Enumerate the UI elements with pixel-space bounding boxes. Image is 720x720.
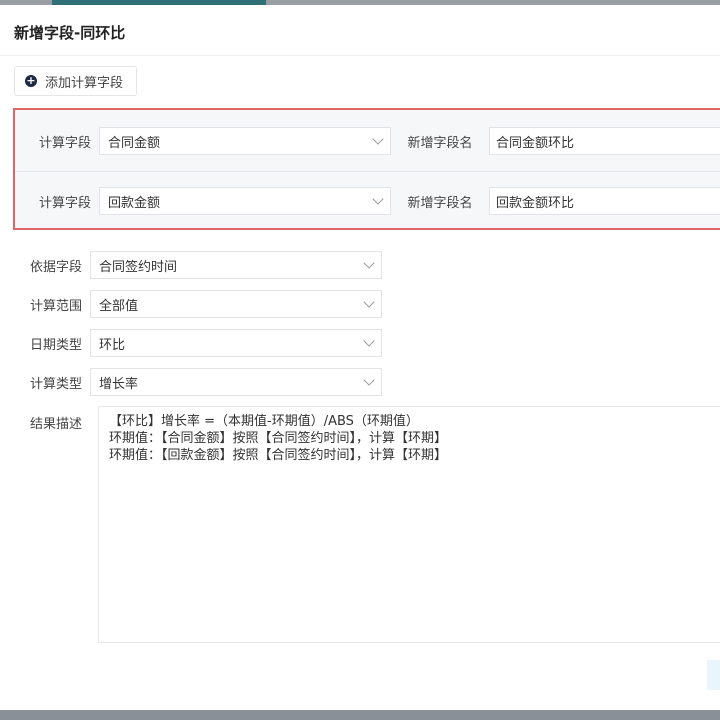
select-value: 环比 (99, 337, 126, 353)
calc-type-select[interactable]: 增长率 (90, 368, 382, 396)
field-label: 结果描述 (29, 417, 82, 432)
new-field-name-input[interactable]: 合同金额环比 (489, 127, 720, 155)
bottom-bar (0, 710, 720, 720)
basis-field-select[interactable]: 合同签约时间 (90, 251, 382, 279)
divider (0, 55, 720, 56)
desc-line: 【环比】增长率 =（本期值-环期值）/ABS（环期值） (109, 414, 419, 429)
calc-row: 计算字段 回款金额 新增字段名 回款金额环比 (15, 187, 720, 215)
chevron-down-icon (363, 257, 375, 269)
calc-fields-group: 计算字段 合同金额 新增字段名 合同金额环比 计算字段 回款金额 新增字段名 回… (13, 108, 720, 230)
chevron-down-icon (372, 133, 384, 145)
dialog-title: 新增字段-同环比 (14, 24, 126, 42)
desc-line: 环期值：【合同金额】按照【合同签约时间】，计算【环期】 (109, 431, 448, 446)
input-value: 合同金额环比 (496, 135, 575, 151)
field-label: 新增字段名 (407, 195, 473, 211)
field-label: 计算字段 (38, 135, 91, 151)
add-calc-field-button[interactable]: + 添加计算字段 (14, 66, 137, 96)
active-tab-indicator (52, 0, 266, 5)
calc-range-row: 计算范围 全部值 (6, 290, 382, 318)
field-label: 日期类型 (29, 337, 82, 353)
calc-type-row: 计算类型 增长率 (6, 368, 382, 396)
new-field-name-input[interactable]: 回款金额环比 (489, 187, 720, 215)
calc-row: 计算字段 合同金额 新增字段名 合同金额环比 (15, 127, 720, 155)
chevron-down-icon (363, 374, 375, 386)
calc-range-select[interactable]: 全部值 (90, 290, 382, 318)
field-label: 计算字段 (38, 195, 91, 211)
field-label: 依据字段 (29, 259, 82, 275)
confirm-button[interactable] (707, 660, 720, 690)
field-label: 计算范围 (29, 298, 82, 314)
select-value: 回款金额 (108, 195, 161, 211)
date-type-select[interactable]: 环比 (90, 329, 382, 357)
chevron-down-icon (363, 296, 375, 308)
result-label-row: 结果描述 (6, 413, 90, 432)
select-value: 全部值 (99, 298, 139, 314)
select-value: 合同金额 (108, 135, 161, 151)
input-value: 回款金额环比 (496, 195, 575, 211)
add-button-label: 添加计算字段 (45, 75, 124, 91)
top-bar (0, 0, 720, 5)
select-value: 增长率 (99, 376, 139, 392)
calc-field-select[interactable]: 合同金额 (99, 127, 391, 155)
date-type-row: 日期类型 环比 (6, 329, 382, 357)
desc-line: 环期值：【回款金额】按照【合同签约时间】，计算【环期】 (109, 448, 448, 463)
plus-circle-icon: + (25, 74, 37, 87)
select-value: 合同签约时间 (99, 259, 178, 275)
chevron-down-icon (372, 193, 384, 205)
result-description-textarea[interactable]: 【环比】增长率 =（本期值-环期值）/ABS（环期值） 环期值：【合同金额】按照【… (98, 406, 720, 643)
calc-field-select[interactable]: 回款金额 (99, 187, 391, 215)
basis-field-row: 依据字段 合同签约时间 (6, 251, 382, 279)
field-label: 计算类型 (29, 376, 82, 392)
chevron-down-icon (363, 335, 375, 347)
divider (15, 171, 720, 172)
field-label: 新增字段名 (407, 135, 473, 151)
